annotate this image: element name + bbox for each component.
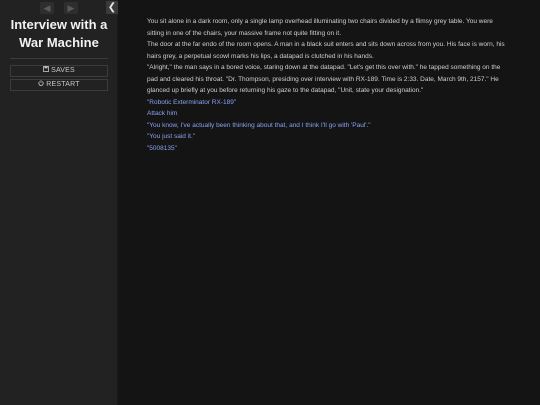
arrow-left-icon: ◀ [43,3,51,13]
history-back-button[interactable]: ◀ [40,2,54,14]
story-title-line-1: Interview with a [10,17,108,32]
saves-label: SAVES [51,67,75,74]
history-forward-button[interactable]: ▶ [64,2,78,14]
chevron-left-icon: ❮ [107,2,117,13]
sidebar-toggle-button[interactable]: ❮ [106,1,118,14]
menu-divider [10,58,108,59]
save-icon [43,66,49,76]
passage-paragraph: The door at the far endo of the room ope… [147,41,505,60]
story-title-line-2: War Machine [19,35,99,50]
story-title: Interview with a War Machine [0,16,118,52]
choice-link-attack[interactable]: Attack him [147,108,511,120]
restart-label: RESTART [46,81,80,88]
choice-link-you-just-said-it[interactable]: "You just said it." [147,131,511,143]
passage-paragraph: "Alright," the man says in a bored voice… [147,64,501,94]
power-icon [38,80,44,90]
choice-link-number[interactable]: "5008135" [147,143,511,155]
passage-paragraph: You sit alone in a dark room, only a sin… [147,18,493,37]
saves-button[interactable]: SAVES [10,65,108,77]
choice-link-paul[interactable]: "You know, I've actually been thinking a… [147,120,511,132]
choice-link-designation[interactable]: "Robotic Exterminator RX-189" [147,97,511,109]
passage: You sit alone in a dark room, only a sin… [147,16,511,154]
sidebar: ◀ ▶ ❮ Interview with a War Machine SAVES… [0,0,118,405]
restart-button[interactable]: RESTART [10,79,108,91]
arrow-right-icon: ▶ [67,3,75,13]
